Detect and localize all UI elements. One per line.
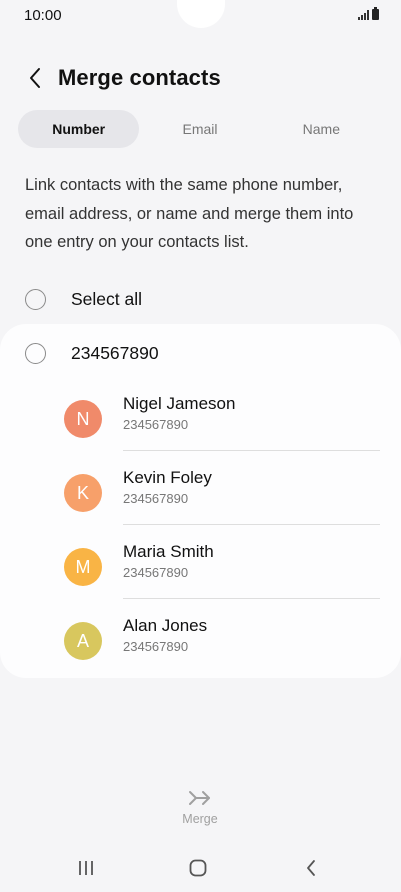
group-number: 234567890	[71, 342, 159, 363]
nav-back-icon	[307, 860, 315, 876]
tab-email[interactable]: Email	[139, 110, 260, 148]
contact-number: 234567890	[123, 639, 189, 654]
contact-number: 234567890	[123, 417, 189, 432]
avatar: M	[64, 548, 102, 586]
avatar-initial: M	[75, 556, 91, 577]
merge-label: Merge	[182, 812, 218, 826]
avatar-initial: A	[76, 630, 89, 651]
contact-name: Nigel Jameson	[123, 394, 236, 413]
recents-icon	[79, 861, 93, 875]
contact-name: Maria Smith	[123, 542, 214, 561]
filter-tabs: Number Email Name	[18, 110, 382, 148]
merge-button[interactable]: Merge	[170, 790, 230, 834]
avatar: A	[64, 622, 102, 660]
select-all-label: Select all	[71, 288, 143, 309]
camera-notch	[177, 0, 225, 28]
avatar-initial: K	[76, 482, 89, 503]
home-icon	[189, 859, 207, 877]
merge-contacts-screen: 10:00 Merge contacts Number Email Name L…	[0, 0, 401, 892]
group-radio[interactable]	[25, 342, 46, 364]
avatar-initial: N	[76, 408, 90, 429]
recents-button[interactable]	[66, 848, 106, 888]
select-all-radio[interactable]	[25, 288, 46, 310]
contact-row: A Alan Jones 234567890	[64, 616, 380, 696]
avatar: K	[64, 474, 102, 512]
divider	[123, 524, 380, 525]
signal-icon	[358, 10, 369, 20]
contact-group-card: 234567890 N Nigel Jameson 234567890 K Ke…	[0, 324, 401, 678]
contact-row: M Maria Smith 234567890	[64, 542, 380, 622]
home-button[interactable]	[178, 848, 218, 888]
nav-back-button[interactable]	[291, 848, 331, 888]
contact-row: K Kevin Foley 234567890	[64, 468, 380, 548]
avatar: N	[64, 400, 102, 438]
tab-number[interactable]: Number	[18, 110, 140, 148]
app-header: Merge contacts	[0, 58, 401, 98]
description-text: Link contacts with the same phone number…	[25, 176, 354, 251]
divider	[123, 450, 380, 451]
page-title: Merge contacts	[58, 65, 221, 90]
divider	[123, 598, 380, 599]
navigation-bar	[0, 848, 401, 888]
merge-arrow-icon	[189, 791, 210, 805]
chevron-left-icon	[30, 68, 40, 88]
status-icons	[358, 7, 379, 20]
contact-number: 234567890	[123, 491, 189, 506]
contact-name: Alan Jones	[123, 616, 208, 635]
tab-name[interactable]: Name	[261, 110, 382, 148]
back-button[interactable]	[20, 63, 50, 93]
contact-row: N Nigel Jameson 234567890	[64, 394, 380, 474]
status-bar: 10:00	[0, 0, 401, 30]
status-time: 10:00	[24, 7, 62, 24]
group-header[interactable]: 234567890	[25, 341, 159, 365]
contact-number: 234567890	[123, 565, 189, 580]
contact-name: Kevin Foley	[123, 468, 212, 487]
select-all-row[interactable]: Select all	[25, 284, 142, 314]
battery-icon	[372, 7, 379, 20]
